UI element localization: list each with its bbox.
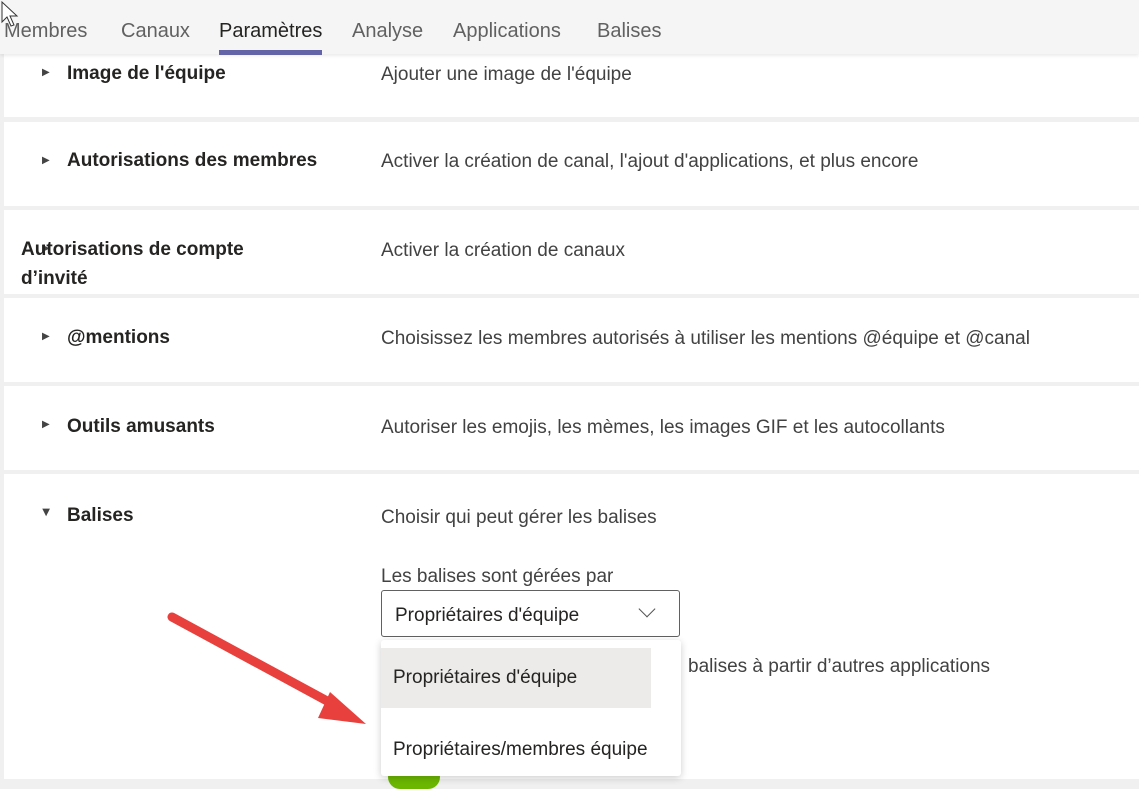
tab-applications[interactable]: Applications [453,20,561,43]
tab-analyse[interactable]: Analyse [352,20,423,43]
tab-bar: Membres Canaux Paramètres Analyse Applic… [0,0,1139,55]
arrow-shaft [167,612,345,713]
mouse-cursor-icon [1,0,19,27]
annotation-arrow [167,612,366,724]
tab-canaux[interactable]: Canaux [121,20,190,43]
tab-parametres[interactable]: Paramètres [219,20,323,55]
tab-balises[interactable]: Balises [597,20,661,43]
